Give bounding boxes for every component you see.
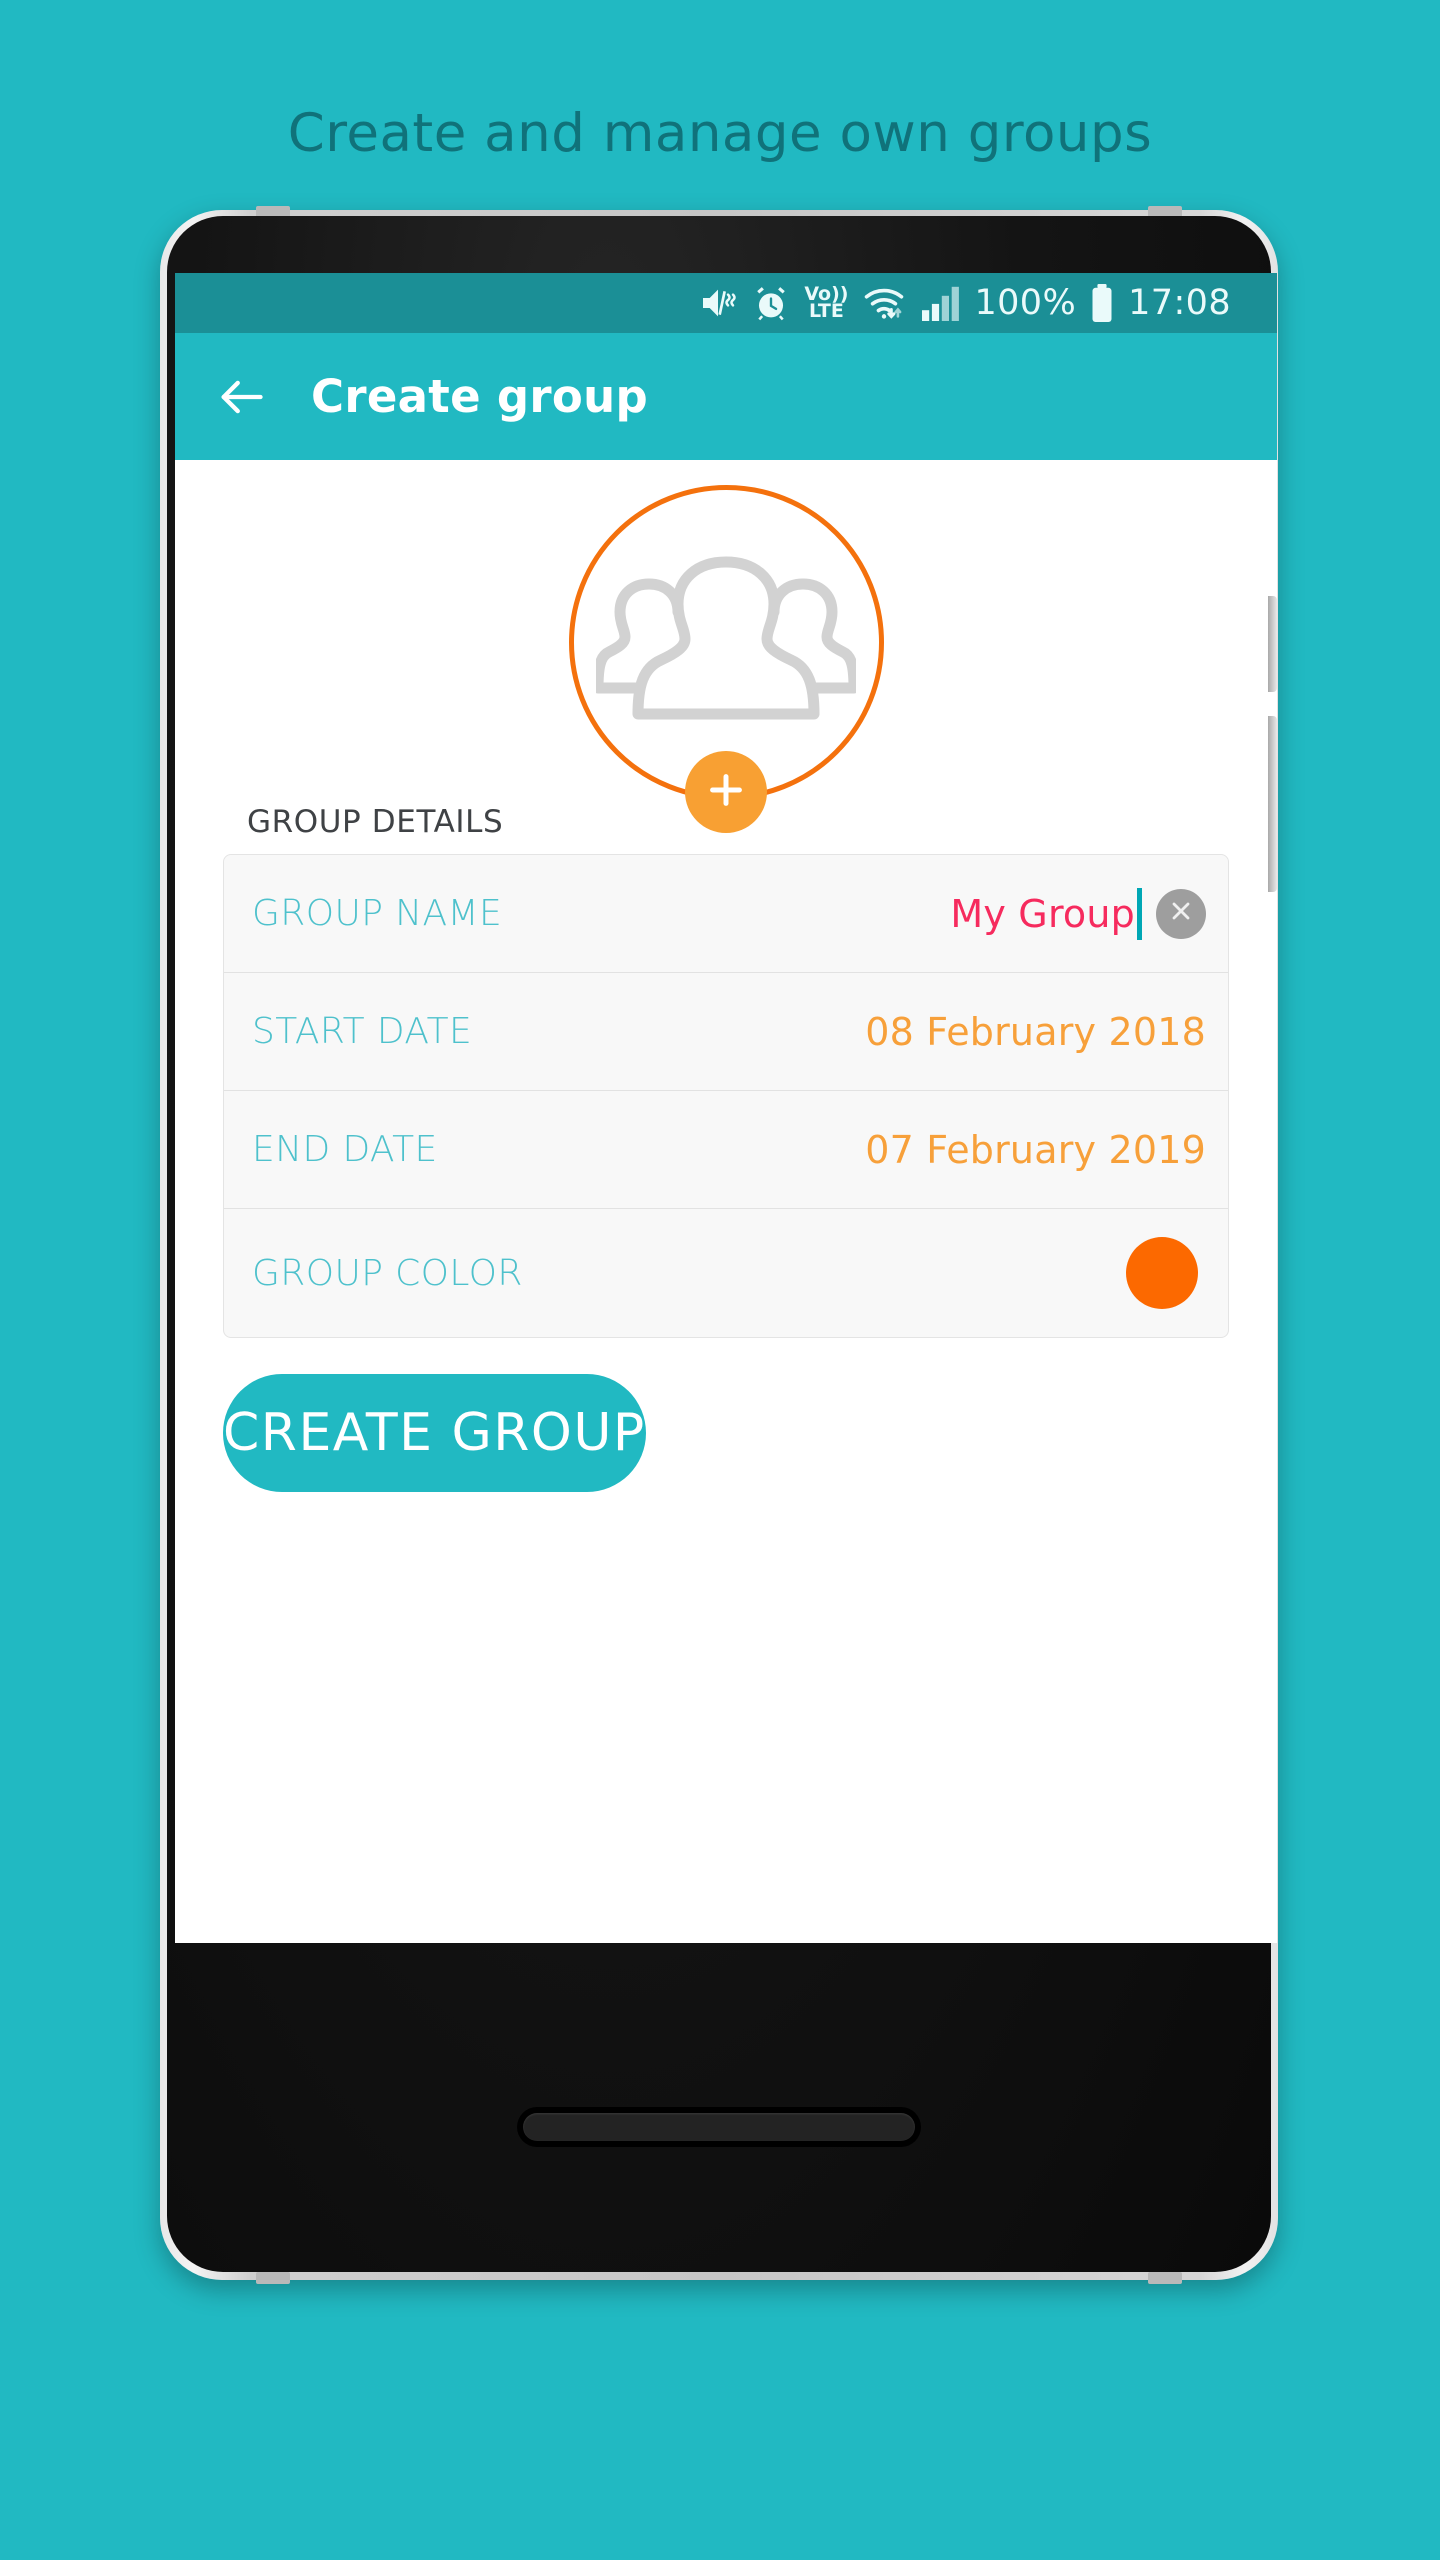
mute-vibrate-icon — [698, 283, 738, 323]
wifi-icon — [862, 284, 906, 322]
antenna-notch-bottom-left — [256, 2272, 290, 2284]
clear-group-name-button[interactable] — [1156, 888, 1206, 939]
page-root: Create and manage own groups Vo)) LTE 10… — [0, 0, 1440, 2560]
row-group-name[interactable]: GROUP NAME My Group — [224, 855, 1228, 973]
phone-mockup: Vo)) LTE 100% 17:08 Create group GROUP D… — [160, 206, 1278, 2284]
group-color-swatch[interactable] — [1126, 1237, 1198, 1309]
group-name-value: My Group — [950, 891, 1135, 936]
app-bar-title: Create group — [311, 370, 648, 423]
row-end-date[interactable]: END DATE 07 February 2019 — [224, 1091, 1228, 1209]
battery-icon — [1090, 284, 1114, 322]
back-arrow-icon[interactable] — [215, 371, 267, 423]
create-group-button[interactable]: CREATE GROUP — [223, 1374, 646, 1492]
app-bar: Create group — [175, 333, 1277, 460]
end-date-value: 07 February 2019 — [865, 1127, 1206, 1172]
text-caret — [1137, 887, 1142, 940]
power-button[interactable] — [1268, 596, 1277, 692]
row-start-date[interactable]: START DATE 08 February 2018 — [224, 973, 1228, 1091]
phone-screen: Vo)) LTE 100% 17:08 Create group GROUP D… — [175, 273, 1277, 1943]
volume-button[interactable] — [1268, 716, 1277, 892]
group-avatar-section — [175, 460, 1277, 833]
alarm-icon — [752, 284, 790, 322]
phone-body: Vo)) LTE 100% 17:08 Create group GROUP D… — [167, 216, 1277, 2272]
group-name-label: GROUP NAME — [252, 893, 503, 934]
signal-bars-icon — [920, 285, 960, 321]
row-group-color[interactable]: GROUP COLOR — [224, 1209, 1228, 1337]
end-date-label: END DATE — [252, 1129, 438, 1170]
clock-text: 17:08 — [1128, 283, 1231, 323]
group-avatar-button[interactable] — [568, 485, 884, 833]
volte-bottom-text: LTE — [808, 300, 844, 322]
antenna-notch-bottom-right — [1148, 2272, 1182, 2284]
plus-icon — [703, 767, 749, 818]
start-date-label: START DATE — [252, 1011, 473, 1052]
bottom-speaker — [523, 2113, 915, 2141]
close-icon — [1167, 897, 1195, 930]
add-photo-button[interactable] — [685, 751, 767, 833]
group-details-card: GROUP NAME My Group START DATE 08 Februa… — [223, 854, 1229, 1338]
group-people-icon — [592, 540, 860, 745]
battery-percent-text: 100% — [974, 283, 1077, 323]
start-date-value: 08 February 2018 — [865, 1009, 1206, 1054]
group-color-label: GROUP COLOR — [252, 1252, 523, 1294]
status-bar: Vo)) LTE 100% 17:08 — [175, 273, 1277, 333]
page-headline: Create and manage own groups — [287, 103, 1153, 164]
group-name-field[interactable]: My Group — [950, 887, 1206, 940]
volte-icon: Vo)) LTE — [804, 284, 848, 322]
